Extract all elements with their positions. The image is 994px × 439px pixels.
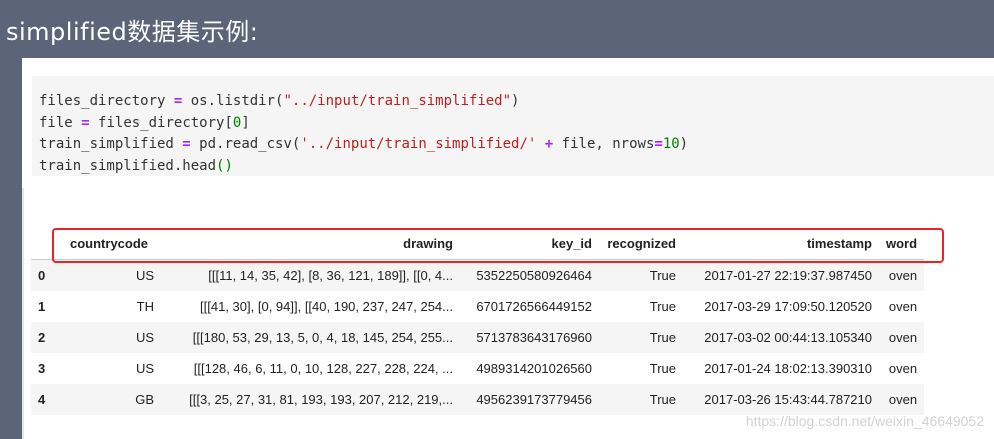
cell-timestamp: 2017-03-26 15:43:44.787210 [704,392,872,407]
column-header-key-id: key_id [460,228,599,260]
row-index: 0 [38,268,46,283]
code-block: files_directory = os.listdir("../input/t… [39,93,689,174]
cell-countrycode: GB [135,392,154,407]
row-index: 1 [38,299,46,314]
column-header-countrycode: countrycode [63,228,161,260]
cell-word: oven [888,268,918,283]
cell-key-id: 4989314201026560 [476,361,592,376]
cell-word: oven [888,392,918,407]
cell-recognized: True [649,330,676,345]
watermark: https://blog.csdn.net/weixin_46649052 [745,413,984,429]
cell-countrycode: US [135,330,154,345]
column-header-word: word [879,228,925,260]
row-index: 2 [38,330,46,345]
slide-title: simplified数据集示例: [6,18,259,46]
code-cell[interactable]: files_directory = os.listdir("../input/t… [32,76,994,176]
cell-drawing: [[[11, 14, 35, 42], [8, 36, 121, 189]], … [208,268,453,283]
column-header-drawing: drawing [161,228,460,260]
cell-countrycode: TH [136,299,154,314]
cell-key-id: 5352250580926464 [476,268,592,283]
slide-header: simplified数据集示例: [0,0,994,58]
cell-drawing: [[[128, 46, 6, 11, 0, 10, 128, 227, 228,… [193,361,453,376]
column-header-timestamp: timestamp [683,228,879,260]
cell-drawing: [[[3, 25, 27, 31, 81, 193, 193, 207, 212… [189,392,453,407]
cell-recognized: True [649,268,676,283]
cell-timestamp: 2017-03-02 00:44:13.105340 [704,330,872,345]
cell-key-id: 4956239173779456 [476,392,592,407]
notebook-panel: files_directory = os.listdir("../input/t… [22,58,994,439]
cell-countrycode: US [135,361,154,376]
cell-recognized: True [649,361,676,376]
cell-key-id: 5713783643176960 [476,330,592,345]
cell-word: oven [888,330,918,345]
table-row: 4 GB [[[3, 25, 27, 31, 81, 193, 193, 207… [31,384,925,415]
column-header-recognized: recognized [599,228,683,260]
cell-key-id: 6701726566449152 [476,299,592,314]
dataframe-table: countrycode drawing key_id recognized ti… [31,228,925,415]
cell-timestamp: 2017-03-29 17:09:50.120520 [704,299,872,314]
output-edge [22,188,24,439]
cell-recognized: True [649,392,676,407]
cell-word: oven [888,361,918,376]
table-row: 3 US [[[128, 46, 6, 11, 0, 10, 128, 227,… [31,353,925,384]
cell-timestamp: 2017-01-27 22:19:37.987450 [704,268,872,283]
table-row: 0 US [[[11, 14, 35, 42], [8, 36, 121, 18… [31,259,925,291]
cell-drawing: [[[41, 30], [0, 94]], [[40, 190, 237, 24… [200,299,453,314]
table-header-row: countrycode drawing key_id recognized ti… [31,228,925,260]
cell-word: oven [888,299,918,314]
cell-countrycode: US [135,268,154,283]
row-index: 4 [38,392,46,407]
cell-timestamp: 2017-01-24 18:02:13.390310 [704,361,872,376]
table-row: 2 US [[[180, 53, 29, 13, 5, 0, 4, 18, 14… [31,322,925,353]
cell-recognized: True [649,299,676,314]
row-index: 3 [38,361,46,376]
cell-drawing: [[[180, 53, 29, 13, 5, 0, 4, 18, 145, 25… [192,330,453,345]
column-header-index [31,228,63,260]
table-row: 1 TH [[[41, 30], [0, 94]], [[40, 190, 23… [31,291,925,322]
